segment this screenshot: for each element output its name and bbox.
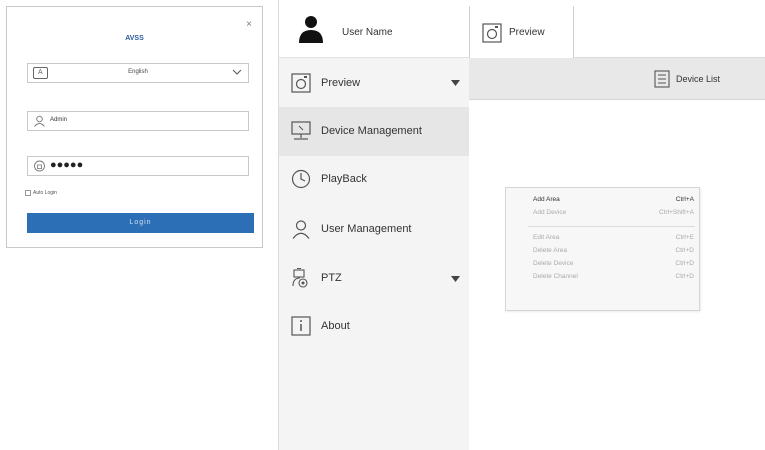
- login-button[interactable]: Login: [27, 213, 254, 233]
- menu-item-label: Delete Area: [533, 247, 567, 254]
- context-menu: Add Area Ctrl+A Add Device Ctrl+Shift+A …: [505, 187, 700, 311]
- device-list-label: Device List: [676, 74, 721, 84]
- sidebar-item-about[interactable]: About: [279, 303, 470, 352]
- sidebar-item-user-management[interactable]: User Management: [279, 205, 470, 254]
- sidebar-item-preview[interactable]: Preview: [279, 58, 470, 107]
- preview-icon: [482, 23, 502, 43]
- ptz-camera-icon: [292, 268, 308, 288]
- menu-item-label: Delete Channel: [533, 273, 578, 280]
- caret-down-icon[interactable]: [451, 276, 460, 282]
- device-list-button[interactable]: Device List: [654, 70, 720, 88]
- menu-divider: [528, 226, 695, 227]
- menu-item-shortcut: Ctrl+D: [675, 247, 694, 254]
- menu-item-edit-area[interactable]: Edit Area Ctrl+E: [506, 233, 699, 245]
- avatar-icon: [299, 16, 323, 43]
- caret-down-icon[interactable]: [451, 80, 460, 86]
- menu-item-label: Delete Device: [533, 260, 574, 267]
- sidebar-item-label: User Management: [321, 223, 412, 235]
- menu-item-shortcut: Ctrl+A: [675, 196, 694, 203]
- login-dialog: AVSS × A English Admin ●●●●● Auto Login …: [6, 6, 263, 248]
- menu-item-delete-device[interactable]: Delete Device Ctrl+D: [506, 259, 699, 271]
- lock-icon: [34, 160, 45, 172]
- sidebar: User Name Preview Device Management Play…: [278, 0, 470, 450]
- user-header: User Name: [279, 0, 470, 58]
- password-field[interactable]: ●●●●●: [27, 156, 249, 176]
- username-field[interactable]: Admin: [27, 111, 249, 131]
- menu-item-shortcut: Ctrl+E: [675, 234, 694, 241]
- sidebar-item-label: About: [321, 320, 350, 332]
- sidebar-item-playback[interactable]: PlayBack: [279, 156, 470, 205]
- tab-preview[interactable]: Preview: [469, 6, 574, 58]
- clock-icon: [291, 169, 311, 189]
- login-title: AVSS: [125, 35, 144, 42]
- language-select[interactable]: A English: [27, 63, 249, 83]
- main-window: User Name Preview Device Management Play…: [278, 0, 765, 450]
- sidebar-item-device-management[interactable]: Device Management: [279, 107, 470, 156]
- menu-item-label: Add Device: [533, 209, 567, 216]
- tab-label: Preview: [509, 27, 545, 38]
- menu-item-shortcut: Ctrl+D: [675, 260, 694, 267]
- toolbar: Device List: [469, 58, 765, 100]
- info-icon: [291, 316, 311, 336]
- username-value: Admin: [50, 117, 68, 123]
- menu-item-delete-area[interactable]: Delete Area Ctrl+D: [506, 246, 699, 258]
- auto-login-label: Auto Login: [33, 190, 57, 196]
- user-icon: [292, 220, 310, 239]
- sidebar-item-label: Preview: [321, 77, 361, 89]
- close-icon[interactable]: ×: [246, 20, 252, 30]
- menu-item-add-area[interactable]: Add Area Ctrl+A: [506, 195, 699, 207]
- sidebar-item-label: PTZ: [321, 272, 342, 284]
- menu-item-add-device[interactable]: Add Device Ctrl+Shift+A: [506, 208, 699, 220]
- menu-item-shortcut: Ctrl+Shift+A: [658, 209, 694, 216]
- sidebar-item-label: Device Management: [321, 125, 422, 137]
- preview-icon: [291, 73, 311, 93]
- menu-item-shortcut: Ctrl+D: [675, 273, 694, 280]
- sidebar-item-ptz[interactable]: PTZ: [279, 254, 470, 303]
- top-bar: Preview: [469, 0, 765, 58]
- user-name: User Name: [342, 27, 393, 38]
- chevron-down-icon[interactable]: [232, 67, 242, 77]
- sidebar-item-label: PlayBack: [321, 173, 367, 185]
- list-icon: [654, 70, 670, 88]
- device-management-icon: [291, 121, 311, 140]
- password-value: ●●●●●: [50, 159, 84, 171]
- menu-item-label: Add Area: [533, 196, 560, 203]
- checkbox-box[interactable]: [25, 190, 31, 196]
- language-value: English: [128, 69, 148, 75]
- auto-login-checkbox[interactable]: Auto Login: [25, 190, 57, 196]
- menu-item-label: Edit Area: [533, 234, 560, 241]
- menu-item-delete-channel[interactable]: Delete Channel Ctrl+D: [506, 272, 699, 284]
- user-icon: [34, 115, 45, 127]
